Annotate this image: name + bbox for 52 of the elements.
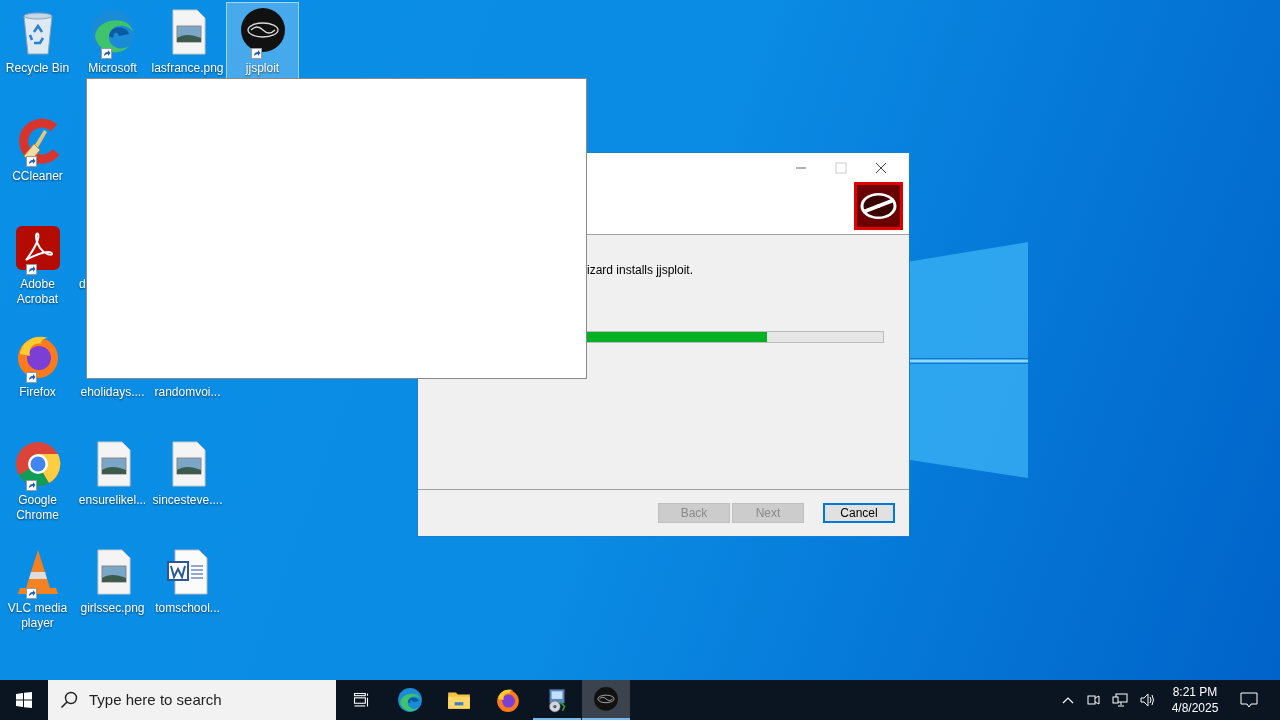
icon-label: lasfrance.png <box>150 61 225 76</box>
notification-icon[interactable] <box>1240 692 1258 708</box>
clock-time: 8:21 PM <box>1172 684 1218 700</box>
edge-browser-icon <box>397 687 423 713</box>
network-icon[interactable] <box>1112 693 1128 707</box>
desktop-icon[interactable]: Microsoft <box>76 2 149 106</box>
chrome-browser-icon <box>13 440 62 488</box>
desktop-icon[interactable]: ensurelikel... <box>76 434 149 538</box>
desktop-icon[interactable]: Recycle Bin <box>1 2 74 106</box>
wizard-button[interactable]: Cancel <box>823 503 895 523</box>
desktop-icon[interactable]: tomschool... <box>151 542 224 646</box>
desktop-icon[interactable]: VLC media player <box>1 542 74 646</box>
wizard-description: izard installs jjsploit. <box>587 262 694 279</box>
windows-start-icon <box>16 692 32 708</box>
fox-browser-icon <box>495 687 521 713</box>
camera-icon[interactable] <box>1086 692 1100 708</box>
desktop-icon[interactable]: girlssec.png <box>76 542 149 646</box>
edge-browser-icon <box>88 8 137 56</box>
icon-label: jjsploit <box>244 61 281 76</box>
icon-label: randomvoi... <box>153 385 222 400</box>
search-bar[interactable]: Type here to search <box>48 680 336 720</box>
icon-label: eholidays.... <box>79 385 146 400</box>
desktop-icon[interactable]: sincesteve.... <box>151 434 224 538</box>
icon-label: Recycle Bin <box>4 61 71 76</box>
app-logo-icon <box>593 687 619 713</box>
icon-label: d <box>78 277 87 292</box>
icon-label: Firefox <box>18 385 57 400</box>
pdf-app-icon <box>13 224 62 272</box>
desktop-icon[interactable]: Google Chrome <box>1 434 74 538</box>
chevron-up-icon[interactable] <box>1062 696 1074 704</box>
desktop-icon[interactable]: CCleaner <box>1 110 74 214</box>
icon-label: CCleaner <box>11 169 64 184</box>
icon-label: Microsoft <box>87 61 138 76</box>
icon-label: tomschool... <box>154 601 221 616</box>
icon-label: ensurelikel... <box>77 493 148 508</box>
search-field[interactable]: Type here to search <box>89 688 336 712</box>
clock[interactable]: 8:21 PM 4/8/2025 <box>1166 684 1224 716</box>
taskbar-app-button[interactable] <box>582 680 630 720</box>
search-icon <box>60 691 78 709</box>
maximize-icon <box>835 162 847 174</box>
volume-icon[interactable] <box>1140 693 1156 707</box>
close-icon[interactable] <box>875 162 887 174</box>
icon-label: Google Chrome <box>15 493 60 523</box>
icon-label: sincesteve.... <box>151 493 224 508</box>
desktop-icon[interactable]: lasfrance.png <box>151 2 224 106</box>
icon-label: girlssec.png <box>79 601 146 616</box>
disc-logo-icon <box>854 182 903 230</box>
desktop-icon[interactable]: Firefox <box>1 326 74 430</box>
icon-label: Adobe Acrobat <box>15 277 60 307</box>
clock-date: 4/8/2025 <box>1171 700 1219 716</box>
icon-label: VLC media player <box>6 601 69 631</box>
desktop-icon[interactable]: Adobe Acrobat <box>1 218 74 322</box>
